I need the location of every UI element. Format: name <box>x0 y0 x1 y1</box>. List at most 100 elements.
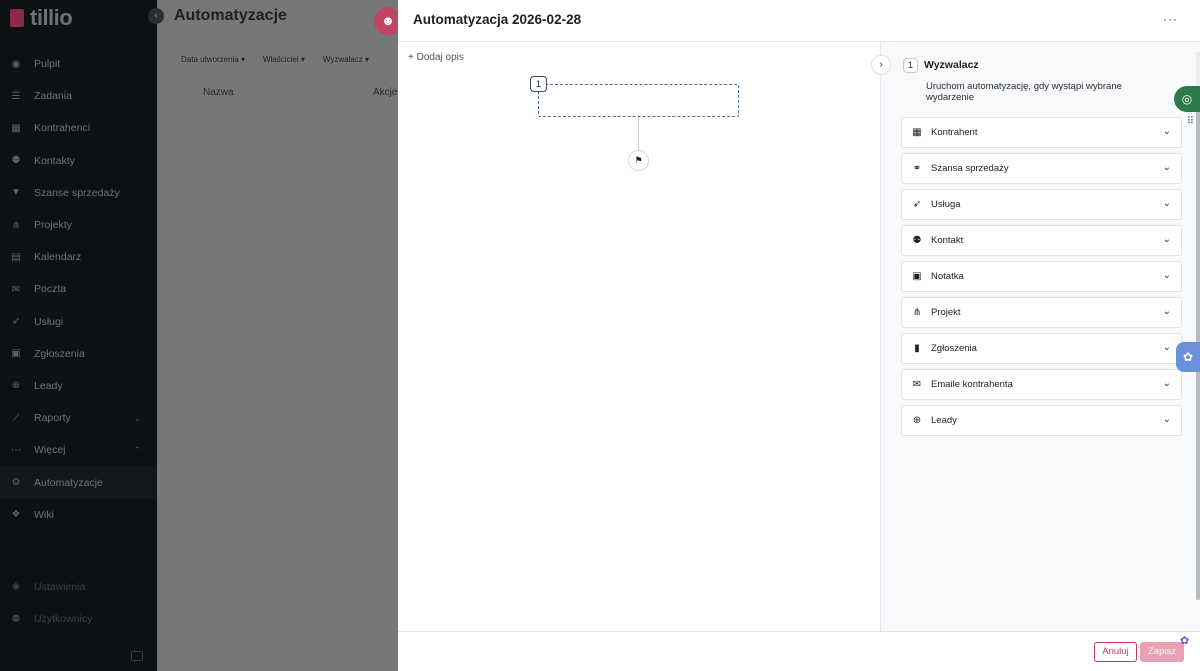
sidebar-item-label: Zadania <box>34 90 72 103</box>
sidebar-item-uzytkownicy[interactable]: ⚉ Użytkownicy <box>0 603 157 635</box>
flow-connector <box>638 117 639 152</box>
section-projekt[interactable]: ⋔ Projekt ⌄ <box>901 297 1182 328</box>
section-notatka[interactable]: ▣ Notatka ⌄ <box>901 261 1182 292</box>
chevron-down-icon: ⌄ <box>1162 414 1171 425</box>
logo-text: tillio <box>30 5 73 30</box>
save-button[interactable]: Zapisz <box>1140 642 1184 662</box>
sidebar: tillio ◉ Pulpit ☰ Zadania ▦ Kontrahenci ⚉ Ko… <box>0 0 157 671</box>
end-flag-button[interactable]: ⚑ <box>628 150 649 171</box>
section-emaile-kontrahenta[interactable]: ✉ Emaile kontrahenta ⌄ <box>901 369 1182 400</box>
section-label: Projekt <box>931 307 961 318</box>
sidebar-item-poczta[interactable]: ✉ Poczta <box>0 273 157 305</box>
chevron-down-icon: ⌄ <box>1162 162 1171 173</box>
collapse-panel-button[interactable]: › <box>871 55 891 75</box>
chevron-down-icon: ⌄ <box>1162 126 1171 137</box>
sidebar-item-zadania[interactable]: ☰ Zadania <box>0 80 157 112</box>
chevron-down-icon: ⌄ <box>1162 270 1171 281</box>
section-label: Leady <box>931 415 957 426</box>
trigger-step-placeholder[interactable] <box>538 84 739 117</box>
section-leady[interactable]: ⊕ Leady ⌄ <box>901 405 1182 436</box>
sidebar-item-szanse[interactable]: ▼ Szanse sprzedaży <box>0 177 157 209</box>
building-icon: ▦ <box>912 127 922 138</box>
sidebar-item-kalendarz[interactable]: ▤ Kalendarz <box>0 241 157 273</box>
sidebar-item-label: Kontakty <box>34 154 75 167</box>
assistant-widget-button[interactable]: ◎ <box>1174 86 1200 112</box>
chevron-right-icon: › <box>879 59 883 70</box>
chart-icon: ⟋ <box>12 412 20 424</box>
sidebar-item-label: Szanse sprzedaży <box>34 186 120 199</box>
filter-created-date[interactable]: Data utworzenia ▾ <box>181 55 245 64</box>
section-zgloszenia[interactable]: ▮ Zgłoszenia ⌄ <box>901 333 1182 364</box>
chevron-down-icon: ⌄ <box>1162 378 1171 389</box>
sidebar-collapse-button[interactable]: ‹ <box>148 8 164 24</box>
brain-widget-button[interactable]: ✿ <box>1176 342 1200 372</box>
trigger-title: Wyzwalacz <box>924 59 979 71</box>
sidebar-item-projekty[interactable]: ⋔ Projekty <box>0 209 157 241</box>
contacts-icon: ⚉ <box>912 235 922 246</box>
mail-icon: ✉ <box>11 283 21 295</box>
more-options-button[interactable]: ··· <box>1163 12 1178 26</box>
gear-icon: ✱ <box>11 581 21 593</box>
column-header-actions: Akcje <box>373 87 398 98</box>
logo[interactable]: tillio <box>10 5 73 31</box>
sidebar-item-label: Automatyzacje <box>34 476 103 489</box>
trigger-panel: › 1 Wyzwalacz Uruchom automatyzację, gdy… <box>871 42 1200 631</box>
section-label: Usługa <box>931 199 961 210</box>
section-szansa-sprzedazy[interactable]: ⚭ Szansa sprzedaży ⌄ <box>901 153 1182 184</box>
sidebar-item-label: Usługi <box>34 315 64 328</box>
sidebar-item-label: Pulpit <box>34 58 61 71</box>
filter-bar: Data utworzenia ▾ Właściciel ▾ Wyzwalacz… <box>181 55 369 64</box>
section-label: Notatka <box>931 271 964 282</box>
sidebar-item-wiki[interactable]: ❖ Wiki <box>0 499 157 531</box>
cancel-button[interactable]: Anuluj <box>1094 642 1137 662</box>
sidebar-item-ustawienia[interactable]: ✱ Ustawienia <box>0 571 157 603</box>
sidebar-bottom: ✱ Ustawienia ⚉ Użytkownicy <box>0 571 157 635</box>
sidebar-item-label: Leady <box>34 379 63 392</box>
sidebar-item-label: Wiki <box>34 508 54 521</box>
building-icon: ▦ <box>11 122 21 134</box>
drag-handle-icon[interactable]: ⠿ <box>1187 116 1194 127</box>
automation-drawer: Automatyzacja 2026-02-28 ··· + Dodaj opi… <box>398 0 1200 671</box>
drawer-title[interactable]: Automatyzacja 2026-02-28 <box>413 12 581 27</box>
section-kontrahent[interactable]: ▦ Kontrahent ⌄ <box>901 117 1182 148</box>
dashboard-icon: ◉ <box>11 58 21 70</box>
note-icon: ▣ <box>912 271 922 282</box>
sidebar-item-leady[interactable]: ⊕ Leady <box>0 370 157 402</box>
section-label: Zgłoszenia <box>931 343 977 354</box>
mail-icon: ✉ <box>912 379 922 390</box>
sidebar-item-wiecej[interactable]: ⋯ Więcej ⌃ <box>0 434 157 466</box>
chevron-down-icon: ⌄ <box>1162 342 1171 353</box>
flow-canvas: 1 ⚑ <box>398 42 880 631</box>
project-icon: ⋔ <box>11 219 21 231</box>
panel-toggle-icon[interactable] <box>131 651 143 661</box>
sidebar-item-automatyzacje[interactable]: ⚙ Automatyzacje <box>0 466 157 499</box>
sidebar-item-label: Więcej <box>34 444 66 457</box>
tasks-icon: ☰ <box>11 90 21 102</box>
drawer-header: Automatyzacja 2026-02-28 ··· <box>398 0 1200 42</box>
section-kontakt[interactable]: ⚉ Kontakt ⌄ <box>901 225 1182 256</box>
sidebar-item-kontakty[interactable]: ⚉ Kontakty <box>0 145 157 177</box>
filter-trigger[interactable]: Wyzwalacz ▾ <box>323 55 369 64</box>
trigger-description: Uruchom automatyzację, gdy wystąpi wybra… <box>926 81 1122 103</box>
chevron-left-icon: ‹ <box>154 10 158 21</box>
sidebar-item-label: Kalendarz <box>34 251 82 264</box>
chevron-down-icon: ⌄ <box>1162 306 1171 317</box>
sidebar-nav: ◉ Pulpit ☰ Zadania ▦ Kontrahenci ⚉ Kontakty … <box>0 48 157 531</box>
sidebar-item-raporty[interactable]: ⟋ Raporty ⌄ <box>0 402 157 434</box>
trigger-number-badge: 1 <box>903 58 918 73</box>
sidebar-item-pulpit[interactable]: ◉ Pulpit <box>0 48 157 80</box>
clipboard-icon: ▣ <box>11 348 21 360</box>
target-icon: ⊕ <box>912 415 922 426</box>
target-icon: ⊕ <box>11 380 21 392</box>
sidebar-item-uslugi[interactable]: ➶ Usługi <box>0 306 157 338</box>
sidebar-item-label: Zgłoszenia <box>34 347 85 360</box>
brain-icon[interactable]: ✿ <box>1180 634 1189 647</box>
robot-icon: ⚙ <box>11 477 21 489</box>
spiral-icon: ◎ <box>1181 92 1193 106</box>
filter-owner[interactable]: Właściciel ▾ <box>263 55 305 64</box>
sidebar-item-kontrahenci[interactable]: ▦ Kontrahenci <box>0 112 157 144</box>
sidebar-item-zgloszenia[interactable]: ▣ Zgłoszenia <box>0 338 157 370</box>
section-usluga[interactable]: ➶ Usługa ⌄ <box>901 189 1182 220</box>
project-icon: ⋔ <box>912 307 922 318</box>
sidebar-item-label: Poczta <box>34 283 67 296</box>
